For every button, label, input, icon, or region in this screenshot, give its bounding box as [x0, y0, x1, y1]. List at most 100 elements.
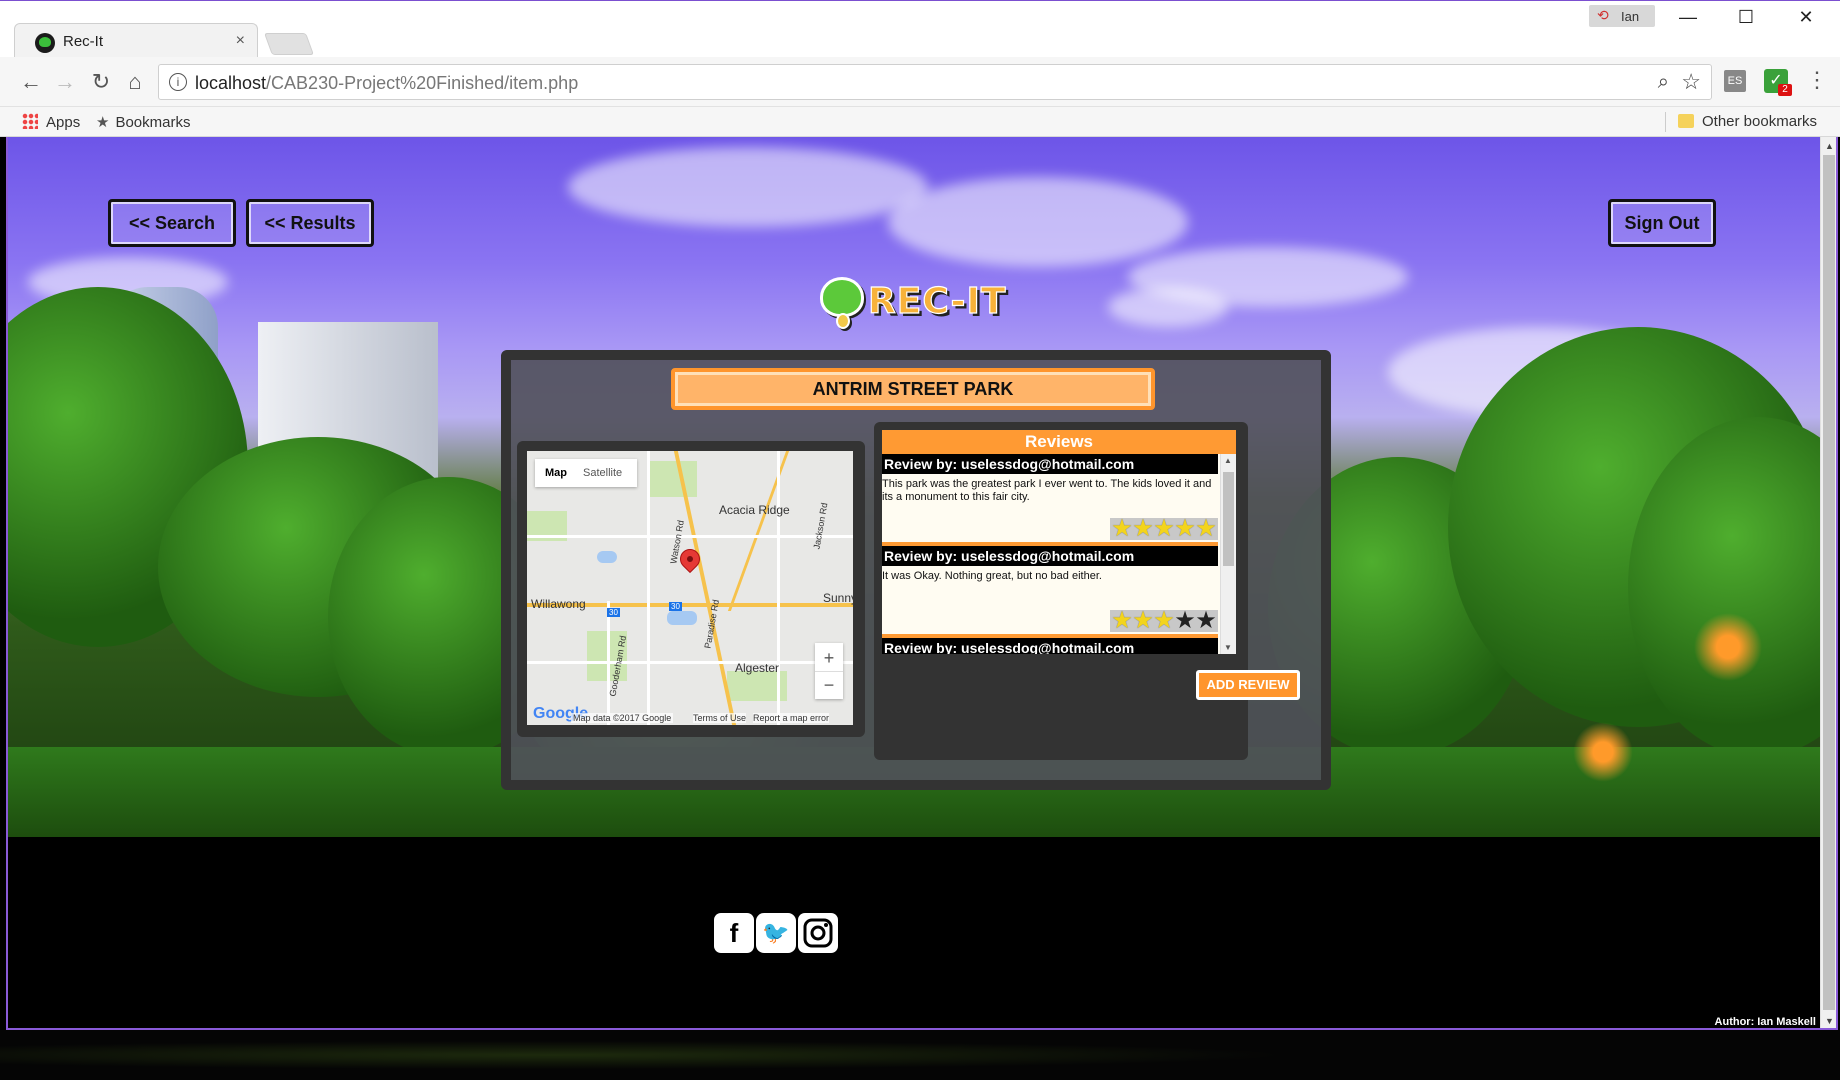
item-title: ANTRIM STREET PARK — [671, 368, 1155, 410]
site-info-icon[interactable]: i — [169, 73, 187, 91]
scroll-up-arrow-icon[interactable]: ▲ — [1224, 456, 1232, 465]
star-filled-icon: ★ — [1111, 515, 1133, 542]
item-panel: ANTRIM STREET PARK Map Satellite Acacia … — [501, 350, 1331, 790]
review-item: Review by: uselessdog@hotmail.com — [882, 638, 1218, 654]
map-label-algester: Algester — [735, 661, 780, 675]
author-credit: Author: Ian Maskell — [1714, 1016, 1816, 1028]
url-host: localhost — [195, 73, 267, 93]
map-label-willawong: Willawong — [531, 597, 586, 611]
scroll-up-arrow-icon[interactable]: ▲ — [1825, 141, 1834, 151]
reload-icon[interactable]: ↻ — [86, 67, 116, 97]
map-highway — [673, 451, 737, 725]
new-tab-button[interactable] — [263, 33, 315, 55]
logo-tree-icon — [820, 277, 864, 317]
page-scroll-thumb[interactable] — [1823, 155, 1835, 1010]
map-zoom-out-button[interactable]: − — [815, 671, 843, 697]
page-footer: f 🐦 Author: Ian Maskell — [8, 837, 1820, 1030]
apps-grid-icon — [22, 113, 38, 129]
star-filled-icon: ★ — [1153, 515, 1175, 542]
bookmarks-divider — [1665, 112, 1666, 132]
sign-out-button[interactable]: Sign Out — [1608, 199, 1716, 247]
logo-stem — [836, 313, 850, 329]
star-filled-icon: ★ — [1132, 607, 1154, 634]
review-item: Review by: uselessdog@hotmail.com It was… — [882, 546, 1218, 638]
close-window-button[interactable]: ✕ — [1786, 7, 1826, 28]
star-filled-icon: ★ — [1195, 515, 1217, 542]
bookmark-apps[interactable]: Apps — [22, 113, 80, 131]
url-text: localhost/CAB230-Project%20Finished/item… — [195, 73, 578, 94]
bookmarks-bar: Apps ★ Bookmarks Other bookmarks — [0, 107, 1840, 137]
map-zoom-in-button[interactable]: + — [815, 645, 843, 671]
map-road — [647, 451, 650, 725]
reviews-scrollbar[interactable]: ▲ ▼ — [1220, 454, 1236, 654]
back-to-results-button[interactable]: << Results — [246, 199, 374, 247]
add-review-button[interactable]: ADD REVIEW — [1196, 670, 1300, 700]
review-author: Review by: uselessdog@hotmail.com — [882, 638, 1218, 654]
scroll-down-arrow-icon[interactable]: ▼ — [1825, 1016, 1834, 1026]
map-footer: Google Map data ©2017 Google Terms of Us… — [527, 705, 853, 725]
browser-window: Rec-It × ⟲ Ian — ☐ ✕ ← → ↻ ⌂ i localhost… — [0, 0, 1840, 1080]
instagram-icon[interactable] — [798, 913, 838, 953]
bookmark-bookmarks-label: Bookmarks — [115, 114, 191, 131]
review-text: This park was the greatest park I ever w… — [882, 478, 1212, 503]
reviews-list[interactable]: Review by: uselessdog@hotmail.com This p… — [882, 454, 1236, 654]
review-item: Review by: uselessdog@hotmail.com This p… — [882, 454, 1218, 546]
bookmark-apps-label: Apps — [46, 114, 81, 131]
tab-title: Rec-It — [63, 33, 104, 50]
bookmark-other[interactable]: Other bookmarks — [1678, 113, 1817, 130]
favicon-icon — [35, 33, 55, 53]
minimize-button[interactable]: — — [1668, 7, 1708, 28]
scroll-down-arrow-icon[interactable]: ▼ — [1224, 643, 1232, 652]
twitter-icon[interactable]: 🐦 — [756, 913, 796, 953]
map-terms-link[interactable]: Terms of Use — [693, 713, 747, 723]
profile-name: Ian — [1621, 9, 1640, 24]
profile-button[interactable]: ⟲ Ian — [1589, 5, 1655, 27]
cloud — [568, 147, 928, 227]
map-report-link[interactable]: Report a map error — [753, 713, 830, 723]
star-empty-icon: ★ — [1174, 607, 1196, 634]
menu-icon[interactable]: ⋮ — [1806, 67, 1828, 93]
maximize-button[interactable]: ☐ — [1726, 7, 1766, 28]
address-bar[interactable]: i localhost/CAB230-Project%20Finished/it… — [158, 64, 1712, 100]
bookmark-star-icon[interactable]: ☆ — [1681, 69, 1701, 95]
forward-icon[interactable]: → — [50, 67, 80, 97]
map[interactable]: Map Satellite Acacia Ridge Willawong Alg… — [527, 451, 853, 725]
review-text: It was Okay. Nothing great, but no bad e… — [882, 570, 1102, 582]
back-to-search-button[interactable]: << Search — [108, 199, 236, 247]
zoom-icon[interactable]: ⌕ — [1658, 71, 1669, 94]
map-park — [647, 461, 697, 497]
desktop-background — [0, 1030, 1840, 1080]
map-route-shield: 30 — [607, 608, 620, 617]
extension-badge: 2 — [1778, 84, 1792, 96]
map-zoom-control: + − — [815, 643, 843, 699]
review-author: Review by: uselessdog@hotmail.com — [882, 546, 1218, 566]
rec-it-logo: REC-IT — [808, 271, 1023, 341]
url-path: /CAB230-Project%20Finished/item.php — [266, 73, 579, 93]
scroll-thumb[interactable] — [1223, 472, 1234, 566]
facebook-icon[interactable]: f — [714, 913, 754, 953]
bookmark-bookmarks[interactable]: ★ Bookmarks — [96, 113, 190, 131]
star-icon: ★ — [96, 114, 110, 131]
map-road — [527, 661, 853, 664]
flowers — [1688, 607, 1768, 687]
browser-tab[interactable]: Rec-It × — [14, 23, 258, 59]
title-bar: Rec-It × ⟲ Ian — ☐ ✕ — [0, 0, 1840, 59]
logo-text: REC-IT — [867, 280, 1007, 322]
extension-icon[interactable]: ES — [1724, 70, 1746, 92]
review-rating: ★ ★ ★ ★ ★ — [1110, 515, 1218, 542]
bookmark-other-label: Other bookmarks — [1702, 113, 1818, 130]
star-filled-icon: ★ — [1111, 607, 1133, 634]
back-icon[interactable]: ← — [16, 67, 46, 97]
map-type-satellite-button[interactable]: Satellite — [583, 467, 622, 479]
map-water — [667, 611, 697, 625]
map-type-map-button[interactable]: Map — [545, 467, 567, 479]
star-empty-icon: ★ — [1195, 607, 1217, 634]
tab-close-icon[interactable]: × — [236, 32, 245, 50]
cloud — [1108, 287, 1228, 327]
map-container: Map Satellite Acacia Ridge Willawong Alg… — [517, 441, 865, 737]
page-scrollbar[interactable]: ▲ ▼ — [1820, 137, 1837, 1030]
review-author: Review by: uselessdog@hotmail.com — [882, 454, 1218, 474]
map-road — [607, 601, 610, 725]
flowers — [1568, 717, 1638, 787]
home-icon[interactable]: ⌂ — [120, 67, 150, 97]
